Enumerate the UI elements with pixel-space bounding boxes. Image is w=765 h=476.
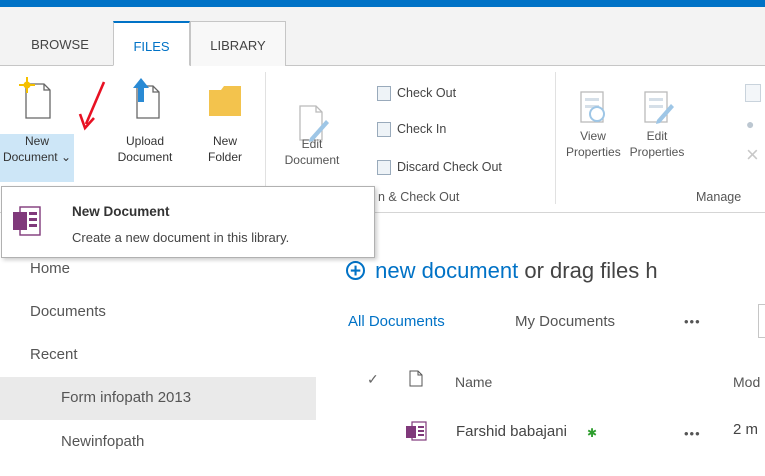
- check-out-icon: [377, 86, 391, 102]
- new-document-link[interactable]: new document: [375, 258, 518, 283]
- tooltip-description: Create a new document in this library.: [72, 230, 290, 245]
- discard-check-out-button[interactable]: Discard Check Out: [377, 160, 502, 176]
- nav-home[interactable]: Home: [30, 260, 70, 277]
- check-out-button[interactable]: Check Out: [377, 86, 456, 102]
- drag-files-text: or drag files h: [524, 258, 658, 283]
- document-type-icon: [409, 370, 423, 387]
- view-properties-button[interactable]: View Properties: [566, 88, 621, 160]
- new-folder-button[interactable]: New Folder: [200, 76, 250, 165]
- ribbon-separator: [265, 72, 266, 204]
- delete-icon: ×: [746, 142, 759, 167]
- row-modified: 2 m: [733, 421, 759, 438]
- view-all-documents[interactable]: All Documents: [348, 313, 445, 330]
- add-circle-icon[interactable]: +: [346, 261, 365, 281]
- suite-bar: [0, 0, 765, 7]
- upload-document-icon: [133, 78, 160, 119]
- search-box[interactable]: [758, 304, 765, 338]
- tooltip-title: New Document: [72, 204, 170, 219]
- red-arrow-annotation: [78, 81, 106, 131]
- file-name-link[interactable]: Farshid babajani: [456, 423, 567, 440]
- share-icon: ●: [746, 116, 755, 132]
- new-document-bar: + new document or drag files h: [346, 258, 658, 284]
- more-manage-icons: ● ×: [740, 84, 765, 184]
- tab-browse[interactable]: BROWSE: [16, 21, 104, 65]
- properties-icon: [745, 84, 761, 102]
- tab-files[interactable]: FILES: [113, 21, 190, 66]
- edit-properties-icon: [644, 91, 674, 124]
- folder-icon: [209, 86, 241, 116]
- nav-recent-item-newinfopath[interactable]: Newinfopath: [61, 433, 144, 450]
- nav-recent[interactable]: Recent: [30, 346, 78, 363]
- tab-library[interactable]: LIBRARY: [190, 21, 286, 66]
- new-document-icon: [19, 77, 51, 119]
- nav-documents[interactable]: Documents: [30, 303, 106, 320]
- nav-recent-item-form-infopath[interactable]: Form infopath 2013: [61, 389, 191, 406]
- ribbon-tab-strip: BROWSE FILES LIBRARY: [0, 7, 765, 66]
- ribbon-separator: [555, 72, 556, 204]
- edit-properties-button[interactable]: Edit Properties: [628, 88, 686, 160]
- select-all-checkmark-icon[interactable]: ✓: [367, 371, 379, 388]
- views-more-menu[interactable]: •••: [684, 314, 701, 329]
- onenote-icon: [13, 206, 41, 236]
- new-document-button-content[interactable]: New Document ⌄: [0, 76, 74, 165]
- upload-document-button[interactable]: Upload Document: [114, 76, 176, 165]
- check-in-icon: [377, 122, 391, 138]
- group-label-manage: Manage: [696, 190, 742, 204]
- view-properties-icon: [580, 91, 605, 123]
- onenote-file-icon: [406, 421, 427, 441]
- discard-check-out-icon: [377, 160, 391, 176]
- new-document-tooltip: New Document Create a new document in th…: [1, 186, 375, 258]
- check-in-button[interactable]: Check In: [377, 122, 446, 138]
- row-menu-button[interactable]: •••: [684, 426, 701, 441]
- group-label-open-check-out: n & Check Out: [378, 190, 460, 204]
- edit-document-button[interactable]: Edit Document: [280, 100, 344, 168]
- new-item-icon: ✱: [587, 426, 598, 440]
- column-header-modified[interactable]: Mod: [733, 374, 760, 390]
- view-my-documents[interactable]: My Documents: [515, 313, 615, 330]
- column-header-name[interactable]: Name: [455, 374, 492, 390]
